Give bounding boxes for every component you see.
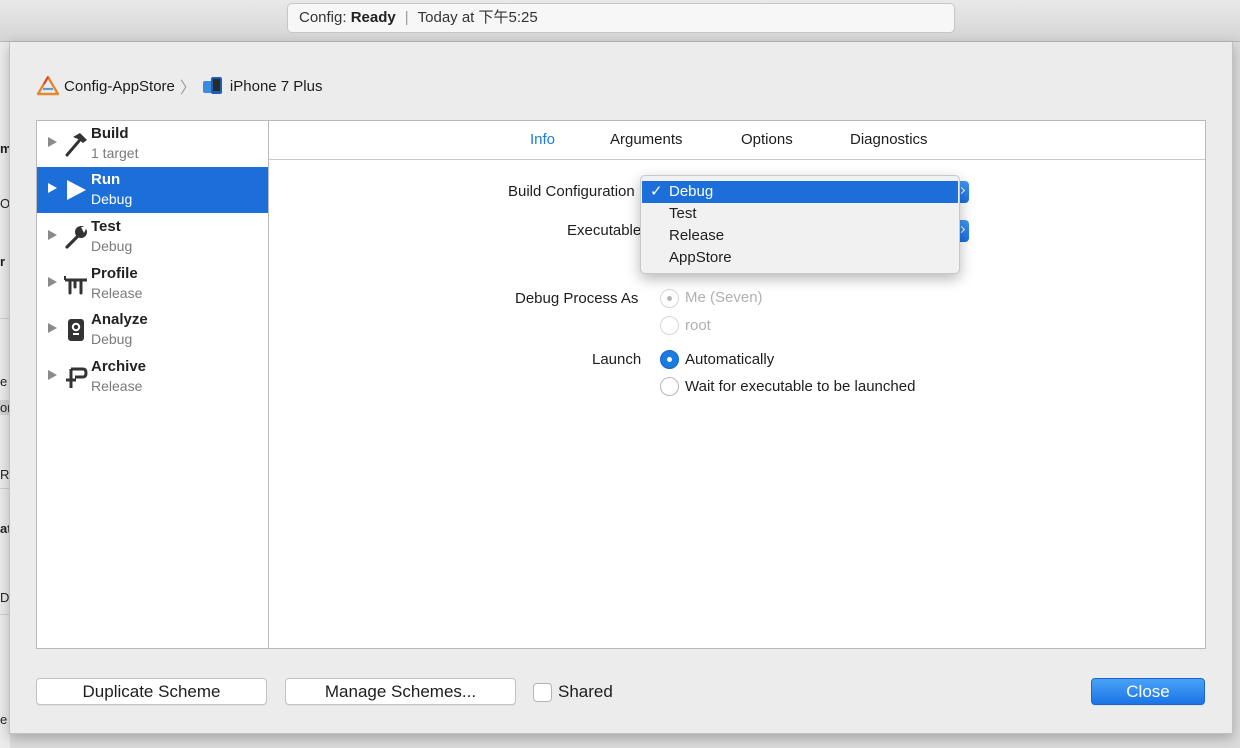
device-icon <box>202 77 222 94</box>
menu-item-test[interactable]: Test <box>642 203 958 225</box>
menu-item-label: Test <box>669 205 697 222</box>
activity-project: Config: <box>299 9 347 26</box>
tab-diagnostics[interactable]: Diagnostics <box>850 131 928 148</box>
hammer-icon <box>65 133 87 157</box>
launch-wait-label: Wait for executable to be launched <box>685 378 916 395</box>
disclosure-triangle-icon[interactable] <box>48 370 57 380</box>
breadcrumb-chevron-icon: 〉 <box>179 80 196 97</box>
activity-status: Ready <box>350 9 396 26</box>
menu-item-release[interactable]: Release <box>642 225 958 247</box>
action-name: Analyze <box>91 311 148 328</box>
window-titlebar: Config: Ready | Today at 下午5:25 <box>0 0 1240 42</box>
executable-label: Executable <box>567 222 642 239</box>
app-store-scheme-icon <box>36 75 60 96</box>
debug-process-root-label: root <box>685 317 711 334</box>
action-name: Run <box>91 171 121 188</box>
debug-process-label: Debug Process As <box>515 290 639 307</box>
menu-item-debug[interactable]: ✓ Debug <box>642 181 958 203</box>
action-test[interactable]: Test Debug <box>37 214 268 260</box>
tab-info[interactable]: Info <box>530 131 555 148</box>
action-config: 1 target <box>91 145 139 161</box>
debug-process-me-label: Me (Seven) <box>685 289 763 306</box>
launch-label: Launch <box>592 351 642 368</box>
action-config: Release <box>91 285 143 301</box>
shared-label: Shared <box>558 682 613 701</box>
menu-item-label: AppStore <box>669 249 732 266</box>
close-button[interactable]: Close <box>1091 678 1205 705</box>
disclosure-triangle-icon[interactable] <box>48 323 57 333</box>
disclosure-triangle-icon[interactable] <box>48 183 57 193</box>
disclosure-triangle-icon[interactable] <box>48 137 57 147</box>
checkmark-icon: ✓ <box>650 183 663 200</box>
action-profile[interactable]: Profile Release <box>37 261 268 307</box>
destination-name[interactable]: iPhone 7 Plus <box>230 78 323 95</box>
disclosure-triangle-icon[interactable] <box>48 230 57 240</box>
build-configuration-menu: ✓ Debug Test Release AppStore <box>640 175 960 274</box>
action-name: Test <box>91 218 121 235</box>
settings-tabbar: Info Arguments Options Diagnostics <box>269 121 1205 160</box>
scheme-name[interactable]: Config-AppStore <box>64 78 175 95</box>
activity-divider: | <box>404 9 409 26</box>
launch-automatically-radio[interactable] <box>660 350 679 369</box>
manage-schemes-button[interactable]: Manage Schemes... <box>285 678 516 705</box>
action-name: Archive <box>91 358 147 375</box>
action-analyze[interactable]: Analyze Debug <box>37 307 268 353</box>
scheme-breadcrumb[interactable]: Config-AppStore 〉 iPhone 7 Plus <box>36 75 323 97</box>
debug-process-root-radio[interactable] <box>660 316 679 335</box>
action-config: Debug <box>91 191 133 207</box>
launch-automatically-label: Automatically <box>685 351 775 368</box>
activity-time: Today at 下午5:25 <box>417 9 538 26</box>
menu-item-label: Debug <box>669 183 714 200</box>
disclosure-triangle-icon[interactable] <box>48 277 57 287</box>
build-configuration-label: Build Configuration <box>508 183 635 200</box>
instruments-icon <box>64 276 87 295</box>
action-run[interactable]: Run Debug <box>37 167 268 213</box>
play-icon <box>67 180 86 200</box>
menu-item-appstore[interactable]: AppStore <box>642 247 958 269</box>
action-name: Profile <box>91 265 138 282</box>
launch-wait-radio[interactable] <box>660 377 679 396</box>
duplicate-scheme-button[interactable]: Duplicate Scheme <box>36 678 267 705</box>
tab-arguments[interactable]: Arguments <box>610 131 683 148</box>
wrench-icon <box>65 226 87 249</box>
analyze-icon <box>68 319 84 341</box>
debug-process-me-radio[interactable] <box>660 289 679 308</box>
menu-item-label: Release <box>669 227 725 244</box>
scheme-actions-list: Build 1 target Run Debug Test Debug Prof… <box>36 120 269 649</box>
archive-icon <box>66 367 88 388</box>
action-build[interactable]: Build 1 target <box>37 121 268 167</box>
action-archive[interactable]: Archive Release <box>37 354 268 400</box>
action-config: Debug <box>91 331 133 347</box>
action-config: Release <box>91 378 143 394</box>
shared-checkbox[interactable] <box>533 683 552 702</box>
activity-viewer: Config: Ready | Today at 下午5:25 <box>287 3 955 33</box>
action-config: Debug <box>91 238 133 254</box>
tab-options[interactable]: Options <box>741 131 793 148</box>
action-name: Build <box>91 125 129 142</box>
